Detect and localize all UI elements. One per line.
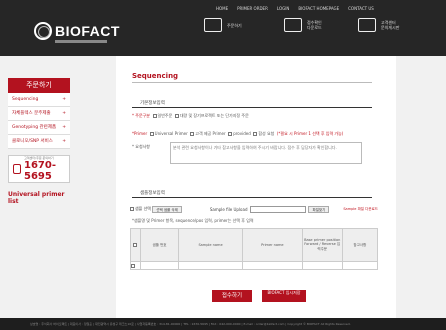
table-header: Sample name xyxy=(178,228,243,262)
logo-text: BIOFACT xyxy=(55,23,120,39)
sample-note: *샘플명 및 Primer 항목, sequence/pos 입력, prime… xyxy=(132,218,254,223)
plus-icon: + xyxy=(62,125,66,130)
table-row xyxy=(130,261,379,270)
order-type-option: 대량 및 장기프로젝트 또는 단가지정 주문 xyxy=(179,113,249,118)
primer-label: *Primer xyxy=(132,131,148,136)
sidebar-item-genotyping[interactable]: Genotyping 관련제품 + xyxy=(8,121,70,135)
table-header: 참고사항 xyxy=(341,228,379,262)
receipt-tool-sublabel: 다운로드 xyxy=(307,25,322,30)
submit-button[interactable]: 접수하기 xyxy=(212,290,252,302)
table-cell[interactable] xyxy=(241,261,303,270)
top-links: HOME PRIMER ORDER LOGIN BIOFACT HOMEPAGE… xyxy=(216,6,374,11)
radio-bulk[interactable] xyxy=(174,114,179,118)
logo[interactable]: BIOFACT xyxy=(34,22,120,40)
section-sample-info: 샘플정보입력 xyxy=(140,191,165,196)
primer-option: 고객 제공 Primer xyxy=(195,131,226,136)
table-cell[interactable] xyxy=(301,261,343,270)
primer-note: (*필요 시 Primer 1 선택 후 입력 가능) xyxy=(276,131,344,136)
sidebar-item-sequencing[interactable]: Sequencing + xyxy=(8,93,70,107)
order-tool[interactable]: 주문하기 xyxy=(204,18,242,32)
phone-number: 1670-5695 xyxy=(24,160,56,182)
table-cell[interactable] xyxy=(139,261,180,270)
sidebar-item-plex[interactable]: 자체플렉스 분주제출 + xyxy=(8,107,70,121)
upload-label: Sample file Upload xyxy=(209,206,248,212)
primer-row: *Primer Universal Primer 고객 제공 Primer pr… xyxy=(132,131,343,137)
top-link-login[interactable]: LOGIN xyxy=(277,6,290,11)
file-input[interactable] xyxy=(250,205,307,213)
select-all-label: 샘플 선택 xyxy=(135,206,151,211)
table-header-check xyxy=(130,228,141,262)
delete-selected-button[interactable]: 선택 샘플 삭제 xyxy=(152,205,182,213)
top-link-primer-order[interactable]: PRIMER ORDER xyxy=(237,6,268,11)
section-divider xyxy=(132,197,372,198)
page-title: Sequencing xyxy=(132,72,179,80)
support-tool[interactable]: 고객센터 문의게시판 xyxy=(358,18,399,32)
cart-icon xyxy=(204,18,222,32)
checkbox-customer[interactable] xyxy=(190,132,195,136)
sample-download-link[interactable]: Sample 파일 다운로드 xyxy=(343,207,378,212)
chat-icon xyxy=(358,18,376,32)
primer-option: provided xyxy=(233,131,251,136)
table-header: 샘플 번호 xyxy=(139,228,180,262)
title-divider xyxy=(132,82,372,83)
table-cell[interactable] xyxy=(178,261,243,270)
checkbox-synthesis[interactable] xyxy=(253,132,258,136)
request-textarea[interactable]: 분석 관련 요청사항이나 기타 참고사항을 입력하여 주시기 바랍니다. 접수 … xyxy=(170,142,362,164)
top-link-homepage[interactable]: BIOFACT HOMEPAGE xyxy=(298,6,339,11)
section-divider xyxy=(132,107,372,108)
order-type-label: * 주문구분 xyxy=(132,113,150,118)
sidebar-item-label: Genotyping 관련제품 xyxy=(12,125,57,130)
radio-normal[interactable] xyxy=(152,114,157,118)
table-cell[interactable] xyxy=(341,261,379,270)
temp-save-button[interactable]: BIOFACT 임시저장 xyxy=(262,290,306,302)
header-checkbox[interactable] xyxy=(133,243,137,247)
receipt-tool[interactable]: 접수확인 다운로드 xyxy=(284,18,322,32)
plus-icon: + xyxy=(62,139,66,144)
table-header-row: 샘플 번호 Sample name Primer name Base prime… xyxy=(130,228,379,262)
action-bar: 접수하기 BIOFACT 임시저장 xyxy=(0,290,446,302)
logo-underline xyxy=(55,40,107,43)
sidebar-item-label: 클로니오/SNP 서비스 xyxy=(12,139,53,144)
plus-icon: + xyxy=(62,97,66,102)
footer: 상호명 : 주식회사 바이오팩트 | 대표이사 : 정일훈 | 대전광역시 유성… xyxy=(0,318,446,330)
row-checkbox[interactable] xyxy=(131,264,135,268)
sidebar: 주문하기 Sequencing + 자체플렉스 분주제출 + Genotypin… xyxy=(8,78,70,205)
top-link-contact[interactable]: CONTACT US xyxy=(348,6,374,11)
row-check-cell xyxy=(130,261,141,270)
checkbox-universal[interactable] xyxy=(149,132,154,136)
table-header: Primer name xyxy=(241,228,303,262)
table-header: Base primer position Forward / Reverse 입… xyxy=(301,228,343,262)
sidebar-item-label: 자체플렉스 분주제출 xyxy=(12,111,51,116)
universal-primer-link[interactable]: Universal primer list xyxy=(8,191,70,205)
phone-banner: 고객센터/주문 문의하기 1670-5695 xyxy=(8,155,70,183)
top-header: HOME PRIMER ORDER LOGIN BIOFACT HOMEPAGE… xyxy=(0,0,446,56)
select-all-checkbox[interactable] xyxy=(130,207,134,211)
logo-mark-icon xyxy=(34,22,52,40)
support-tool-sublabel: 문의게시판 xyxy=(381,25,400,30)
sidebar-title: 주문하기 xyxy=(8,78,70,93)
request-label: * 요청사항 xyxy=(132,144,150,149)
order-type-option: 일반주문 xyxy=(157,113,173,118)
top-link-home[interactable]: HOME xyxy=(216,6,228,11)
sidebar-item-label: Sequencing xyxy=(12,97,39,102)
phone-icon xyxy=(13,164,22,174)
order-tool-label: 주문하기 xyxy=(227,22,242,28)
sidebar-item-cloning[interactable]: 클로니오/SNP 서비스 + xyxy=(8,135,70,149)
sample-table: 샘플 번호 Sample name Primer name Base prime… xyxy=(130,228,379,270)
section-basic-info: 기본정보입력 xyxy=(140,101,165,106)
plus-icon: + xyxy=(62,111,66,116)
content-panel xyxy=(116,56,396,318)
sample-toolbar: 샘플 선택 선택 샘플 삭제 Sample file Upload 파일찾기 S… xyxy=(130,204,378,214)
primer-option: Universal Primer xyxy=(154,131,188,136)
document-icon xyxy=(284,18,302,32)
checkbox-provided[interactable] xyxy=(228,132,233,136)
order-type-row: * 주문구분 일반주문 대량 및 장기프로젝트 또는 단가지정 주문 xyxy=(132,113,249,119)
primer-option: 합성 요청 xyxy=(258,131,275,136)
browse-button[interactable]: 파일찾기 xyxy=(308,205,330,213)
